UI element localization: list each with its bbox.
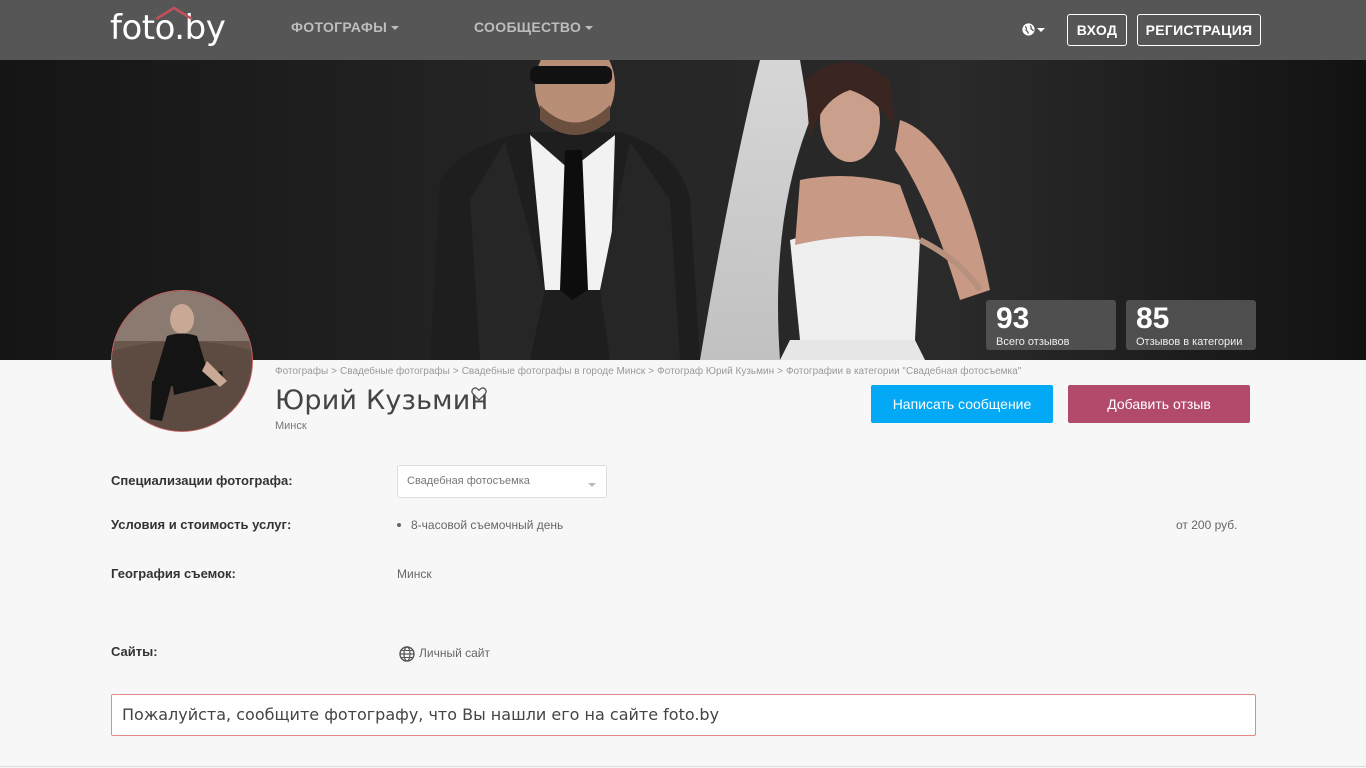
write-message-button[interactable]: Написать сообщение [871,385,1053,423]
breadcrumb-wedding-photographers[interactable]: Свадебные фотографы [340,366,450,377]
breadcrumb-wedding-minsk[interactable]: Свадебные фотографы в городе Минск [462,366,646,377]
notice-box: Пожалуйста, сообщите фотографу, что Вы н… [111,694,1256,736]
total-reviews-value: 93 [996,302,1030,335]
total-reviews-stat: 93 Всего отзывов [986,300,1116,350]
specialization-select[interactable]: Свадебная фотосъемка [397,465,607,498]
breadcrumb-separator: > [777,366,783,377]
services-label: Условия и стоимость услуг: [111,517,292,532]
globe-icon [1022,23,1035,36]
breadcrumb-separator: > [331,366,338,377]
chevron-down-icon [1037,28,1045,32]
personal-site-label: Личный сайт [419,646,490,661]
service-name: 8-часовой съемочный день [411,518,564,532]
nav-community-label: СООБЩЕСТВО [474,19,582,35]
add-review-button[interactable]: Добавить отзыв [1068,385,1250,423]
login-button[interactable]: ВХОД [1067,14,1127,46]
total-reviews-label: Всего отзывов [996,336,1070,348]
service-item: 8-часовой съемочный день [397,518,563,532]
divider [0,766,1366,767]
category-reviews-value: 85 [1136,302,1170,335]
chevron-down-icon [585,26,594,31]
bullet-icon [397,522,401,527]
geography-label: География съемок: [111,566,236,581]
photographer-city: Минск [275,420,307,432]
site-logo[interactable]: foto.by [110,6,226,50]
logo-roof-icon [155,6,193,20]
nav-photographers[interactable]: ФОТОГРАФЫ [291,19,400,35]
breadcrumb-separator: > [648,366,655,377]
favorite-heart-icon[interactable] [471,386,487,402]
category-reviews-stat: 85 Отзывов в категории [1126,300,1256,350]
sites-label: Сайты: [111,644,158,659]
category-reviews-label: Отзывов в категории [1136,336,1243,348]
globe-icon [399,646,415,662]
nav-photographers-label: ФОТОГРАФЫ [291,19,388,35]
breadcrumb-category[interactable]: Фотографии в категории "Свадебная фотосъ… [786,366,1021,377]
top-navbar: foto.by ФОТОГРАФЫ СООБЩЕСТВО ВХОД РЕГИСТ… [0,0,1366,60]
breadcrumb-photographers[interactable]: Фотографы [275,366,328,377]
avatar [111,290,253,432]
chevron-down-icon [588,483,596,487]
chevron-down-icon [391,26,400,31]
language-selector[interactable] [1022,21,1048,39]
nav-community[interactable]: СООБЩЕСТВО [474,19,594,35]
register-button[interactable]: РЕГИСТРАЦИЯ [1137,14,1261,46]
breadcrumb-photographer[interactable]: Фотограф Юрий Кузьмин [657,366,774,377]
specializations-label: Специализации фотографа: [111,473,293,488]
photographer-name: Юрий Кузьмин [275,385,489,416]
geography-value: Минск [397,567,432,581]
specialization-selected-value: Свадебная фотосъемка [407,475,530,487]
breadcrumb-separator: > [452,366,459,377]
personal-site-link[interactable]: Личный сайт [399,646,490,662]
breadcrumb: Фотографы > Свадебные фотографы > Свадебные … [275,366,1021,377]
service-price: от 200 руб. [1176,518,1238,532]
avatar-image [112,291,252,431]
